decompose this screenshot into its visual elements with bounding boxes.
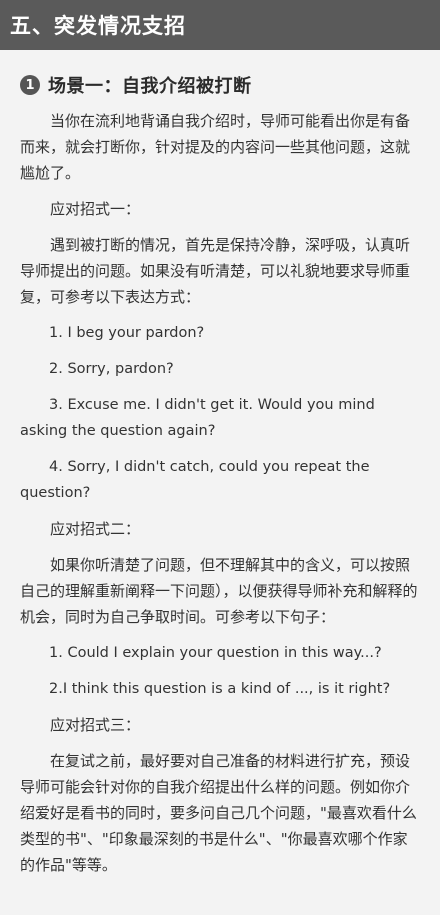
strategy-one-label: 应对招式一： [50, 200, 141, 218]
strategy-one-text: 遇到被打断的情况，首先是保持冷静，深呼吸，认真听导师提出的问题。如果没有听清楚，… [20, 236, 411, 306]
section-title: 五、突发情况支招 [10, 14, 186, 38]
phrase-6: 2.I think this question is a kind of ...… [49, 681, 391, 697]
strategy-three-text: 在复试之前，最好要对自己准备的材料进行扩充，预设导师可能会针对你的自我介绍提出什… [20, 752, 417, 874]
scene-title: 场景一：自我介绍被打断 [48, 76, 252, 97]
scene-heading: 1 场景一：自我介绍被打断 [20, 72, 422, 98]
phrase-5: 1. Could I explain your question in this… [49, 645, 382, 661]
phrase-4: 4. Sorry, I didn't catch, could you repe… [20, 459, 370, 501]
strategy-two-label: 应对招式二： [50, 520, 141, 538]
strategy-three-label: 应对招式三： [50, 716, 141, 734]
phrase-2: 2. Sorry, pardon? [49, 361, 174, 377]
phrase-1: 1. I beg your pardon? [49, 325, 205, 341]
section-header: 五、突发情况支招 [0, 0, 440, 50]
number-one-icon: 1 [20, 75, 40, 95]
strategy-two-text: 如果你听清楚了问题，但不理解其中的含义，可以按照自己的理解重新阐释一下问题），以… [20, 556, 418, 626]
phrase-3: 3. Excuse me. I didn't get it. Would you… [20, 397, 375, 439]
article-body: 1 场景一：自我介绍被打断 当你在流利地背诵自我介绍时，导师可能看出你是有备而来… [0, 50, 440, 878]
intro-paragraph: 当你在流利地背诵自我介绍时，导师可能看出你是有备而来，就会打断你，针对提及的内容… [20, 112, 411, 182]
